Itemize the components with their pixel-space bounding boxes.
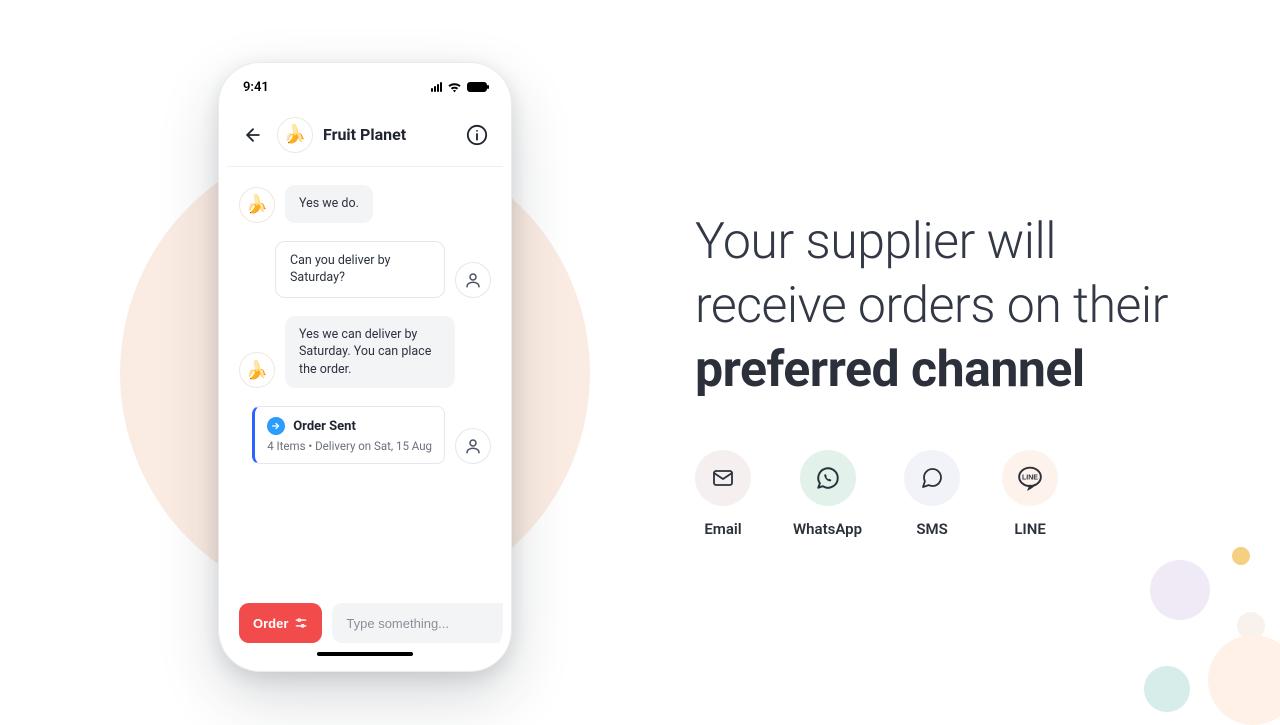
message-bubble: Can you deliver by Saturday? <box>275 241 445 298</box>
channel-label: LINE <box>1014 520 1046 538</box>
battery-icon <box>467 82 487 92</box>
back-button[interactable] <box>239 121 267 149</box>
deco-circle <box>1232 547 1250 565</box>
user-avatar <box>455 262 491 298</box>
chat-title: Fruit Planet <box>323 125 453 144</box>
email-icon <box>695 450 751 506</box>
message-row: Can you deliver by Saturday? <box>239 241 491 298</box>
message-bubble: Yes we can deliver by Saturday. You can … <box>285 316 455 389</box>
phone-notch <box>305 71 425 95</box>
marketing-panel: Your supplier will receive orders on the… <box>695 210 1215 538</box>
message-bubble: Yes we do. <box>285 185 373 223</box>
wifi-icon <box>447 82 462 93</box>
info-button[interactable] <box>463 121 491 149</box>
chat-header: 🍌 Fruit Planet <box>227 103 503 167</box>
channel-whatsapp: WhatsApp <box>793 450 862 538</box>
user-avatar <box>455 428 491 464</box>
sms-icon <box>904 450 960 506</box>
headline-line-1: Your supplier will <box>695 213 1056 271</box>
line-icon: LINE <box>1002 450 1058 506</box>
signal-icon <box>431 82 442 92</box>
message-row: 🍌 Yes we do. <box>239 185 491 223</box>
channel-email: Email <box>695 450 751 538</box>
channel-line: LINE LINE <box>1002 450 1058 538</box>
order-subtitle: 4 Items • Delivery on Sat, 15 Aug <box>267 439 432 453</box>
order-button-label: Order <box>253 616 288 631</box>
order-card[interactable]: Order Sent 4 Items • Delivery on Sat, 15… <box>252 406 445 464</box>
supplier-avatar: 🍌 <box>277 117 313 153</box>
person-icon <box>464 437 482 455</box>
svg-text:LINE: LINE <box>1022 475 1038 482</box>
info-icon <box>466 124 488 146</box>
deco-circle <box>1144 666 1190 712</box>
order-title: Order Sent <box>293 419 356 434</box>
home-indicator <box>317 652 413 656</box>
channel-label: WhatsApp <box>793 520 862 538</box>
channel-sms: SMS <box>904 450 960 538</box>
supplier-avatar-small: 🍌 <box>239 187 275 223</box>
headline: Your supplier will receive orders on the… <box>695 210 1215 402</box>
supplier-avatar-small: 🍌 <box>239 352 275 388</box>
order-sent-icon <box>267 417 285 435</box>
conversation: 🍌 Yes we do. Can you deliver by Saturday… <box>227 167 503 591</box>
channel-label: SMS <box>916 520 947 538</box>
headline-line-2: receive orders on their <box>695 277 1168 335</box>
deco-circle <box>1208 635 1280 725</box>
status-time: 9:41 <box>243 80 269 95</box>
message-row: 🍌 Yes we can deliver by Saturday. You ca… <box>239 316 491 389</box>
deco-circle <box>1150 560 1210 620</box>
headline-line-3: preferred channel <box>695 341 1085 399</box>
channel-list: Email WhatsApp SMS LINE LINE <box>695 450 1215 538</box>
order-button[interactable]: Order <box>239 603 322 643</box>
sliders-icon <box>294 616 308 630</box>
person-icon <box>464 271 482 289</box>
message-input[interactable] <box>332 603 503 643</box>
arrow-left-icon <box>243 125 263 145</box>
channel-label: Email <box>704 520 741 538</box>
whatsapp-icon <box>800 450 856 506</box>
message-row: Order Sent 4 Items • Delivery on Sat, 15… <box>239 406 491 464</box>
phone-frame: 9:41 🍌 Fruit Planet 🍌 Yes we do. <box>218 62 512 672</box>
